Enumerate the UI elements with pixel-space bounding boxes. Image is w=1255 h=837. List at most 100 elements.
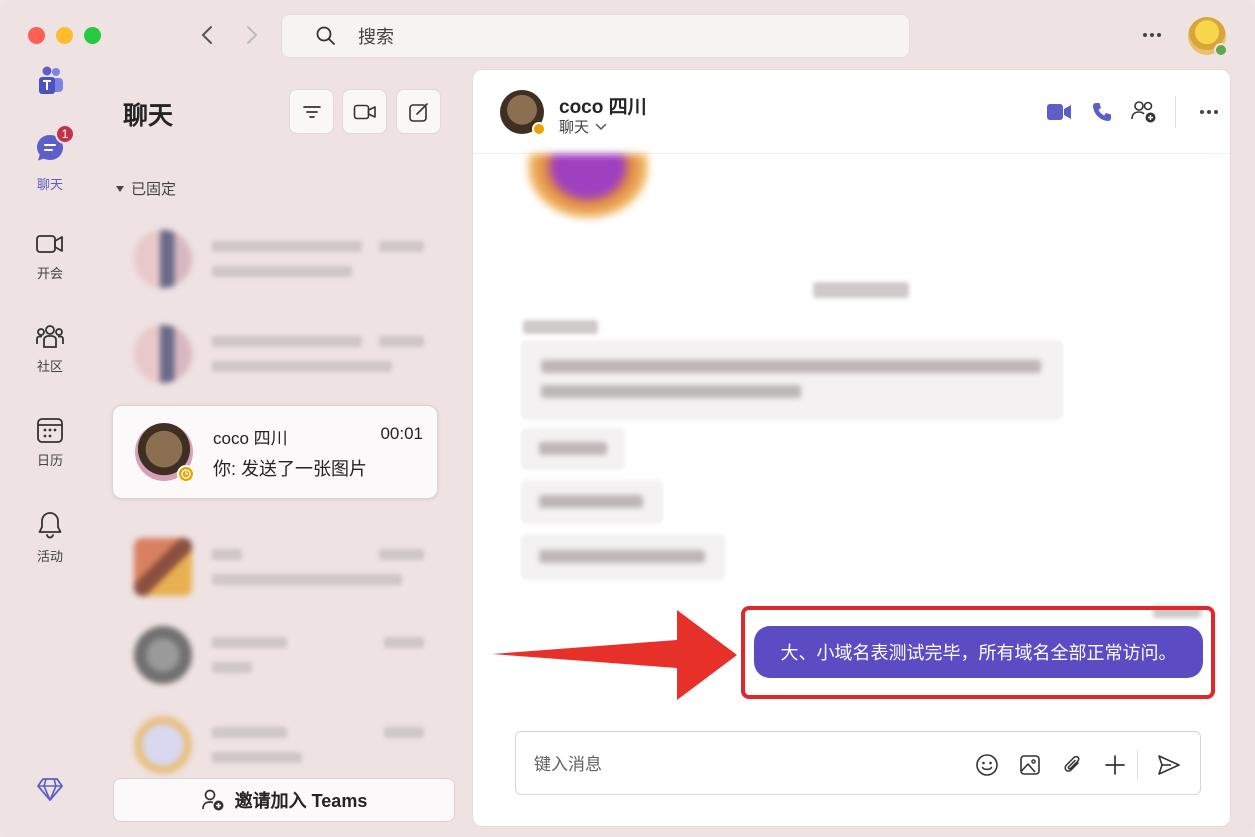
filter-button[interactable] [289, 89, 334, 134]
pinned-label: 已固定 [131, 181, 177, 198]
forward-button[interactable] [240, 22, 264, 48]
sender-time [523, 320, 598, 334]
conversation-more-button[interactable] [1195, 98, 1223, 126]
search-icon [316, 26, 335, 45]
plus-icon [1105, 755, 1125, 775]
rail-label-community: 社区 [36, 359, 63, 374]
annotation-arrow-icon [492, 610, 737, 700]
message-bubble [521, 534, 725, 580]
image-button[interactable] [1017, 752, 1043, 778]
chat-preview: 你: 发送了一张图片 [213, 458, 368, 479]
invite-to-teams-button[interactable]: 邀请加入 Teams [113, 778, 455, 822]
avatar [135, 423, 195, 483]
contact-name: coco 四川 [559, 97, 647, 118]
attach-button[interactable] [1060, 752, 1086, 778]
avatar [134, 230, 192, 288]
rail-label-meet: 开会 [36, 266, 63, 281]
rail-item-meet[interactable]: 开会 [20, 231, 80, 282]
away-status-icon [532, 122, 546, 136]
diamond-icon [37, 778, 63, 801]
composer-placeholder: 键入消息 [534, 755, 602, 774]
message-bubble [521, 428, 625, 470]
rail-item-community[interactable]: 社区 [20, 322, 80, 375]
chevron-right-icon [247, 26, 258, 44]
list-item[interactable] [112, 212, 438, 306]
rail-label-calendar: 日历 [36, 453, 63, 468]
rail-item-activity[interactable]: 活动 [20, 510, 80, 565]
chevron-down-icon [595, 123, 607, 130]
audio-call-button[interactable] [1088, 98, 1116, 126]
pinned-section-header[interactable]: 已固定 [115, 178, 176, 199]
search-input[interactable]: 搜索 [281, 14, 910, 58]
list-item[interactable] [112, 520, 438, 614]
sent-message-bubble[interactable]: 大、小域名表测试完毕，所有域名全部正常访问。 [754, 626, 1203, 678]
chat-list-title: 聊天 [123, 102, 174, 130]
message-bubble [521, 340, 1063, 420]
caret-down-icon [116, 185, 124, 192]
more-actions-button[interactable] [1102, 752, 1128, 778]
paperclip-icon [1064, 755, 1080, 772]
bell-icon [38, 512, 62, 539]
rail-label-activity: 活动 [36, 549, 63, 564]
meet-now-button[interactable] [342, 89, 387, 134]
filter-icon [302, 105, 321, 118]
list-item[interactable] [112, 307, 438, 401]
send-icon [1158, 755, 1180, 775]
chevron-left-icon [201, 26, 212, 44]
conversation-pane: coco 四川 聊天 大、小域名表测试完毕，所有域名全部正常访问。 键入消息 [472, 69, 1231, 827]
image-icon [1020, 755, 1040, 775]
chat-tab-dropdown[interactable]: 聊天 [559, 116, 607, 137]
more-horizontal-icon [1200, 110, 1218, 114]
conversation-header: coco 四川 聊天 [473, 70, 1230, 154]
away-status-icon [177, 465, 195, 483]
profile-avatar[interactable] [1188, 17, 1228, 57]
phone-icon [1093, 103, 1111, 121]
avatar [134, 716, 192, 774]
minimize-window-button[interactable] [56, 27, 73, 44]
add-people-icon [1131, 101, 1156, 123]
emoji-icon [976, 754, 998, 776]
compose-icon [408, 102, 428, 122]
invite-label: 邀请加入 Teams [234, 791, 368, 811]
avatar [134, 626, 192, 684]
avatar [134, 325, 192, 383]
add-people-button[interactable] [1130, 98, 1158, 126]
sent-message-text: 大、小域名表测试完毕，所有域名全部正常访问。 [780, 643, 1177, 663]
video-camera-icon [36, 235, 63, 253]
community-icon [36, 325, 64, 348]
header-divider [1175, 96, 1176, 128]
chat-name: coco 四川 [213, 428, 288, 448]
available-status-icon [1214, 43, 1228, 57]
video-call-button[interactable] [1045, 98, 1073, 126]
composer-divider [1137, 750, 1138, 780]
close-window-button[interactable] [28, 27, 45, 44]
teams-logo [20, 66, 80, 96]
new-chat-button[interactable] [396, 89, 441, 134]
video-camera-icon [353, 104, 376, 119]
more-options-button[interactable] [1138, 22, 1166, 48]
message-bubble [521, 480, 663, 524]
message-composer[interactable]: 键入消息 [515, 731, 1201, 795]
teams-window: 搜索 1 聊天 开会 社区 日历 活动 聊天 已固定 coco 四川 00:01… [0, 0, 1255, 837]
search-placeholder: 搜索 [358, 27, 394, 47]
clock-icon [181, 469, 191, 479]
timestamp-divider [813, 282, 909, 298]
rail-item-calendar[interactable]: 日历 [20, 416, 80, 469]
video-call-icon [1047, 104, 1071, 120]
teams-logo-icon [39, 66, 63, 94]
calendar-icon [37, 418, 63, 443]
add-person-icon [201, 789, 224, 811]
rail-item-chat[interactable]: 1 聊天 [20, 124, 80, 193]
list-item-selected[interactable]: coco 四川 00:01 你: 发送了一张图片 [112, 405, 438, 499]
chat-time: 00:01 [380, 423, 423, 443]
emoji-button[interactable] [974, 752, 1000, 778]
list-item[interactable] [112, 608, 438, 702]
rail-label-chat: 聊天 [36, 177, 63, 192]
contact-avatar[interactable] [500, 90, 546, 136]
blurred-image-message [528, 154, 648, 218]
zoom-window-button[interactable] [84, 27, 101, 44]
send-button[interactable] [1156, 752, 1182, 778]
unread-badge: 1 [55, 124, 75, 144]
rail-item-premium[interactable] [20, 776, 80, 802]
back-button[interactable] [195, 22, 219, 48]
